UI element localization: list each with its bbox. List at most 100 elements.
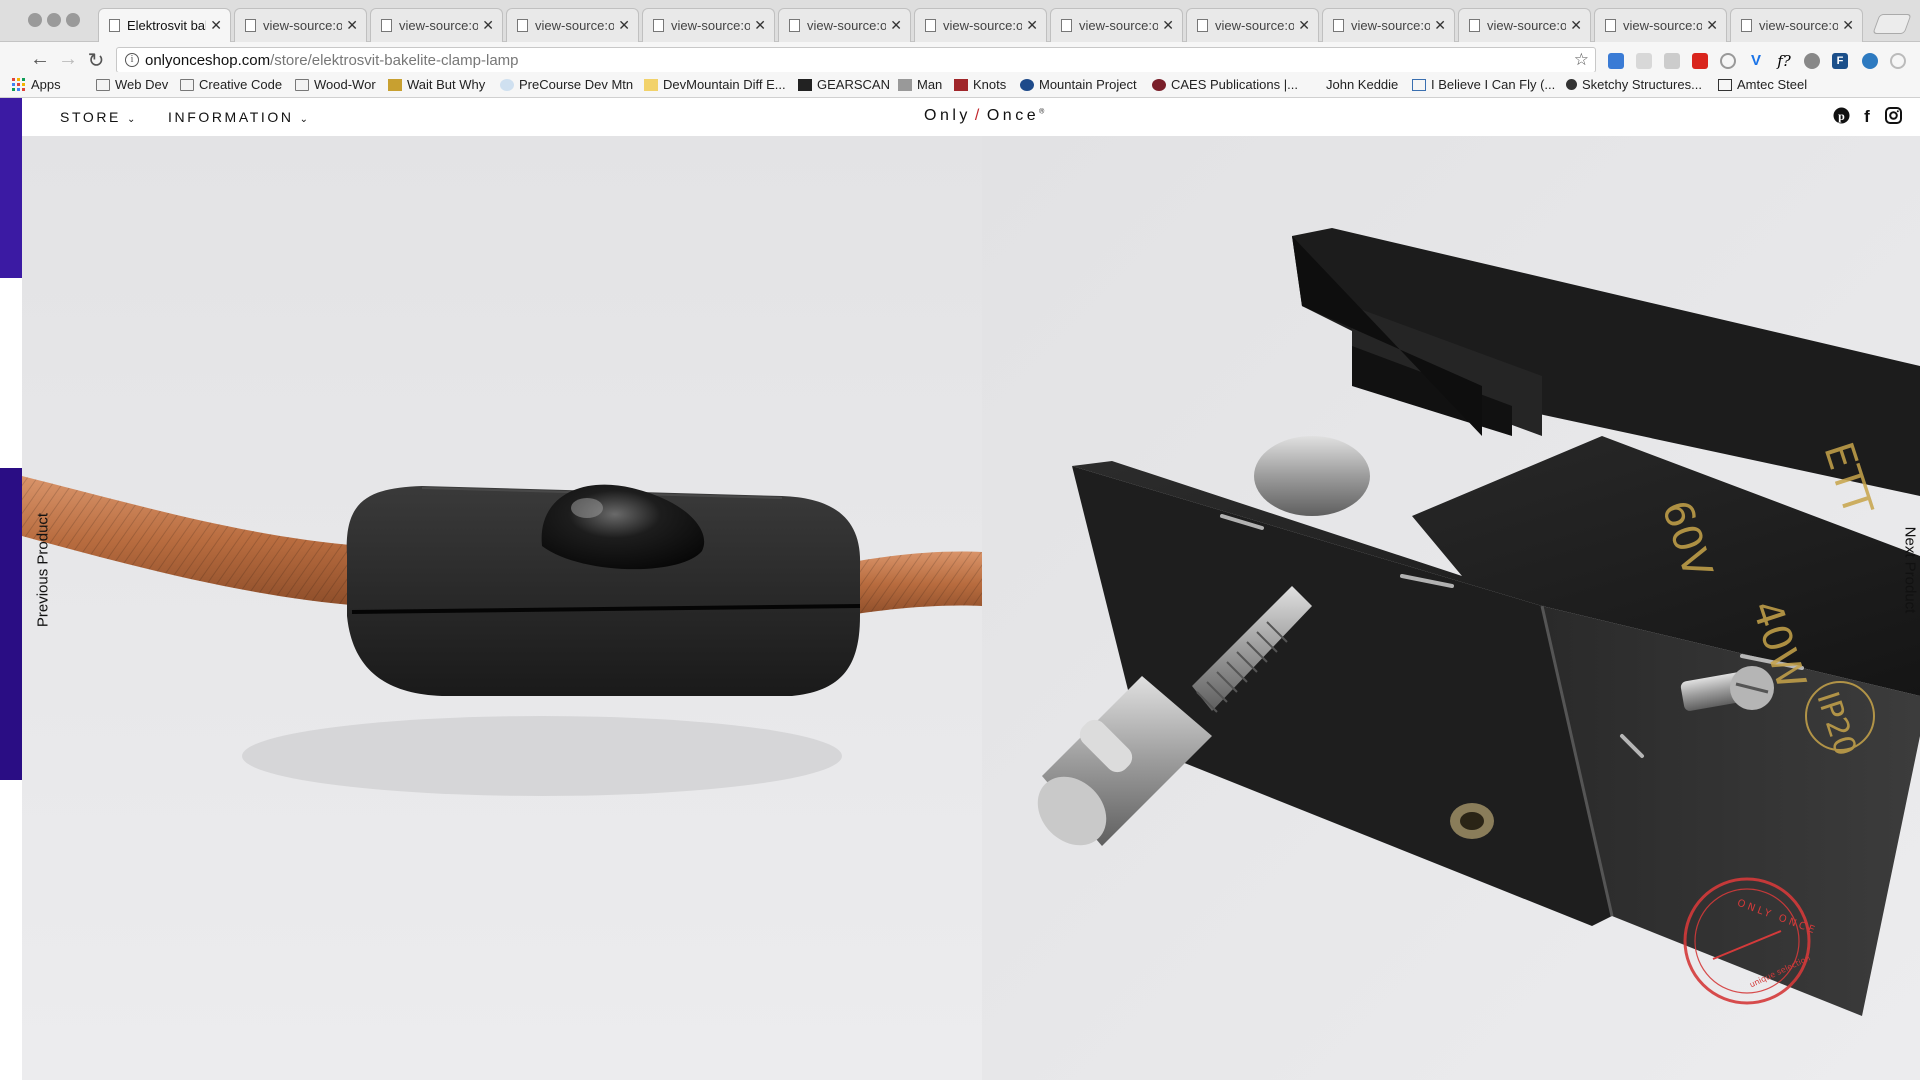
address-bar[interactable]: i onlyonceshop.com/store/elektrosvit-bak… <box>116 47 1596 73</box>
close-icon[interactable]: ✕ <box>1298 17 1310 34</box>
document-icon <box>789 19 800 32</box>
bookmark-label: PreCourse Dev Mtn <box>519 77 634 92</box>
site-icon <box>1718 78 1732 91</box>
site-icon <box>1566 79 1577 90</box>
site-icon <box>1152 78 1166 91</box>
back-button[interactable]: ← <box>28 48 52 71</box>
document-icon <box>1333 19 1344 32</box>
bookmark-link[interactable]: Sketchy Structures... <box>1566 77 1702 92</box>
folder-icon <box>96 78 110 91</box>
close-icon[interactable]: ✕ <box>890 17 902 34</box>
bookmark-link[interactable]: I Believe I Can Fly (... <box>1412 77 1555 92</box>
bookmark-link[interactable]: Mountain Project <box>1020 77 1137 92</box>
bookmark-link[interactable]: PreCourse Dev Mtn <box>500 77 633 92</box>
bookmark-link[interactable]: Knots <box>954 77 1006 92</box>
tab[interactable]: view-source:o ✕ <box>234 8 367 42</box>
site-logo[interactable]: Only / Once® <box>924 107 1044 125</box>
reload-button[interactable]: ↻ <box>84 48 108 73</box>
site-header: STORE ⌄ INFORMATION ⌄ Only / Once® p f <box>0 98 1920 136</box>
extension-icon[interactable] <box>1664 53 1680 69</box>
apps-icon <box>12 78 25 91</box>
window-minimize-button[interactable] <box>47 13 61 27</box>
logo-only: Only <box>924 107 971 124</box>
nav-store[interactable]: STORE ⌄ <box>60 109 138 125</box>
document-icon <box>925 19 936 32</box>
close-icon[interactable]: ✕ <box>1026 17 1038 34</box>
vimeo-extension-icon[interactable]: V <box>1748 53 1764 69</box>
bookmark-folder[interactable]: Wood-Wor <box>295 77 376 92</box>
close-icon[interactable]: ✕ <box>1842 17 1854 34</box>
feedly-extension-icon[interactable]: F <box>1832 53 1848 69</box>
youtube-extension-icon[interactable] <box>1692 53 1708 69</box>
product-image-switch[interactable] <box>22 136 982 1080</box>
close-icon[interactable]: ✕ <box>210 17 222 34</box>
close-icon[interactable]: ✕ <box>1706 17 1718 34</box>
close-icon[interactable]: ✕ <box>1434 17 1446 34</box>
bookmark-link[interactable]: John Keddie <box>1326 77 1398 92</box>
bookmark-label: CAES Publications |... <box>1171 77 1298 92</box>
previous-product-link[interactable]: Previous Product <box>35 513 52 627</box>
bookmark-link[interactable]: CAES Publications |... <box>1152 77 1298 92</box>
tab[interactable]: view-source:o ✕ <box>642 8 775 42</box>
tab-active[interactable]: Elektrosvit bakelite ✕ <box>98 8 231 42</box>
bookmark-link[interactable]: GEARSCAN <box>798 77 890 92</box>
forward-button[interactable]: → <box>56 48 80 71</box>
close-icon[interactable]: ✕ <box>1570 17 1582 34</box>
bookmark-label: Mountain Project <box>1039 77 1137 92</box>
bookmark-label: John Keddie <box>1326 77 1399 92</box>
close-icon[interactable]: ✕ <box>754 17 766 34</box>
window-close-button[interactable] <box>28 13 42 27</box>
facebook-icon[interactable]: f <box>1858 106 1876 124</box>
close-icon[interactable]: ✕ <box>1162 17 1174 34</box>
bookmarks-bar: Apps Web Dev Creative Code Wood-Wor Wait… <box>0 72 1920 98</box>
tab[interactable]: view-source:o ✕ <box>370 8 503 42</box>
chevron-down-icon: ⌄ <box>126 114 138 125</box>
bookmark-label: GEARSCAN <box>817 77 890 92</box>
bookmark-link[interactable]: Wait But Why <box>388 77 485 92</box>
extension-icon[interactable] <box>1804 53 1820 69</box>
tab[interactable]: view-source:o ✕ <box>1594 8 1727 42</box>
tab[interactable]: view-source:o ✕ <box>1050 8 1183 42</box>
extension-icon[interactable] <box>1890 53 1906 69</box>
tab-title: view-source:o <box>263 18 343 33</box>
document-icon <box>1469 19 1480 32</box>
bookmark-link[interactable]: Man <box>898 77 942 92</box>
tab[interactable]: view-source:o ✕ <box>1322 8 1455 42</box>
tab-title: view-source:o <box>671 18 751 33</box>
extension-icon[interactable] <box>1720 53 1736 69</box>
extension-icon[interactable] <box>1608 53 1624 69</box>
close-icon[interactable]: ✕ <box>346 17 358 34</box>
tab-title: Elektrosvit bakelite <box>127 18 206 33</box>
formula-extension-icon[interactable]: f? <box>1776 53 1792 69</box>
instagram-icon[interactable] <box>1884 106 1902 124</box>
tab[interactable]: view-source:o ✕ <box>778 8 911 42</box>
tab[interactable]: view-source:o ✕ <box>1458 8 1591 42</box>
close-icon[interactable]: ✕ <box>482 17 494 34</box>
url-path: /store/elektrosvit-bakelite-clamp-lamp <box>270 51 519 69</box>
bookmark-folder[interactable]: Web Dev <box>96 77 168 92</box>
extension-icon[interactable] <box>1862 53 1878 69</box>
new-tab-button[interactable] <box>1872 14 1912 34</box>
bookmark-label: Sketchy Structures... <box>1582 77 1702 92</box>
bookmark-star-icon[interactable]: ☆ <box>1574 50 1589 70</box>
close-icon[interactable]: ✕ <box>618 17 630 34</box>
bookmark-label: Apps <box>31 77 61 92</box>
bookmark-link[interactable]: Amtec Steel <box>1718 77 1807 92</box>
product-image-clamp[interactable]: ETT 60V 40W IP20 ONLY ONCE unique select… <box>982 136 1920 1080</box>
bookmark-folder[interactable]: Creative Code <box>180 77 282 92</box>
document-icon <box>653 19 664 32</box>
next-product-link[interactable]: Next Product <box>1902 527 1919 614</box>
tab[interactable]: view-source:o ✕ <box>1730 8 1863 42</box>
extension-icon[interactable] <box>1636 53 1652 69</box>
tab[interactable]: view-source:o ✕ <box>506 8 639 42</box>
tab[interactable]: view-source:o ✕ <box>1186 8 1319 42</box>
bookmark-apps[interactable]: Apps <box>12 77 61 92</box>
pinterest-icon[interactable]: p <box>1832 106 1850 124</box>
nav-information[interactable]: INFORMATION ⌄ <box>168 109 311 125</box>
info-icon[interactable]: i <box>125 53 139 67</box>
svg-text:f: f <box>1864 107 1870 124</box>
chevron-down-icon: ⌄ <box>299 114 311 125</box>
tab[interactable]: view-source:o ✕ <box>914 8 1047 42</box>
window-zoom-button[interactable] <box>66 13 80 27</box>
bookmark-link[interactable]: DevMountain Diff E... <box>644 77 786 92</box>
